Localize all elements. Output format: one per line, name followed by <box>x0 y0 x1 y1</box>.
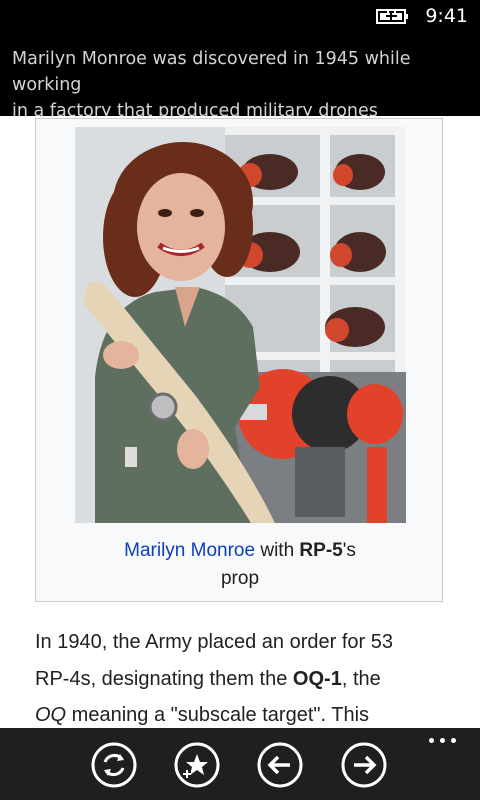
paragraph-bold-oq1: OQ-1 <box>292 667 342 690</box>
more-menu-button[interactable] <box>427 734 459 748</box>
battery-charging-icon <box>376 8 410 25</box>
paragraph-text: meaning a "subscale target". This <box>66 704 370 726</box>
paragraph-line-1: In 1940, the Army placed an order for 53 <box>35 631 393 653</box>
phone-screen: 9:41 Marilyn Monroe was discovered in 19… <box>0 0 480 800</box>
article-paragraph: In 1940, the Army placed an order for 53… <box>35 624 455 728</box>
status-bar: 9:41 <box>0 0 480 32</box>
paragraph-line-2: RP-4s, designating them the OQ-1, the <box>35 661 455 698</box>
back-button[interactable] <box>257 742 303 788</box>
page-title-bar: Marilyn Monroe was discovered in 1945 wh… <box>0 32 480 121</box>
application-bar <box>0 728 480 800</box>
caption-link-marilyn-monroe[interactable]: Marilyn Monroe <box>124 540 255 561</box>
star-add-icon <box>174 742 220 788</box>
article-content[interactable]: Marilyn Monroe with RP-5's prop In 1940,… <box>0 116 480 728</box>
page-title-line-1: Marilyn Monroe was discovered in 1945 wh… <box>12 49 411 95</box>
arrow-left-icon <box>257 742 303 788</box>
paragraph-text: RP-4s, designating them the <box>35 667 293 690</box>
add-to-favorites-button[interactable] <box>174 742 220 788</box>
caption-line-1: Marilyn Monroe with RP-5's <box>36 537 444 565</box>
caption-text-suffix: 's <box>342 540 356 561</box>
paragraph-line-3: OQ meaning a "subscale target". This <box>35 697 455 728</box>
clock: 9:41 <box>425 5 468 27</box>
page-title: Marilyn Monroe was discovered in 1945 wh… <box>12 46 472 124</box>
refresh-icon <box>91 742 137 788</box>
marilyn-monroe-photo[interactable] <box>75 127 406 523</box>
paragraph-text: , the <box>341 667 381 690</box>
image-thumbnail-frame: Marilyn Monroe with RP-5's prop <box>35 118 443 602</box>
paragraph-italic-oq: OQ <box>35 704 67 726</box>
forward-button[interactable] <box>341 742 387 788</box>
caption-text: with <box>255 540 300 561</box>
arrow-right-icon <box>341 742 387 788</box>
image-caption: Marilyn Monroe with RP-5's prop <box>36 537 444 593</box>
caption-line-2: prop <box>220 568 260 589</box>
caption-bold-rp5: RP-5 <box>299 540 343 561</box>
refresh-button[interactable] <box>91 742 137 788</box>
